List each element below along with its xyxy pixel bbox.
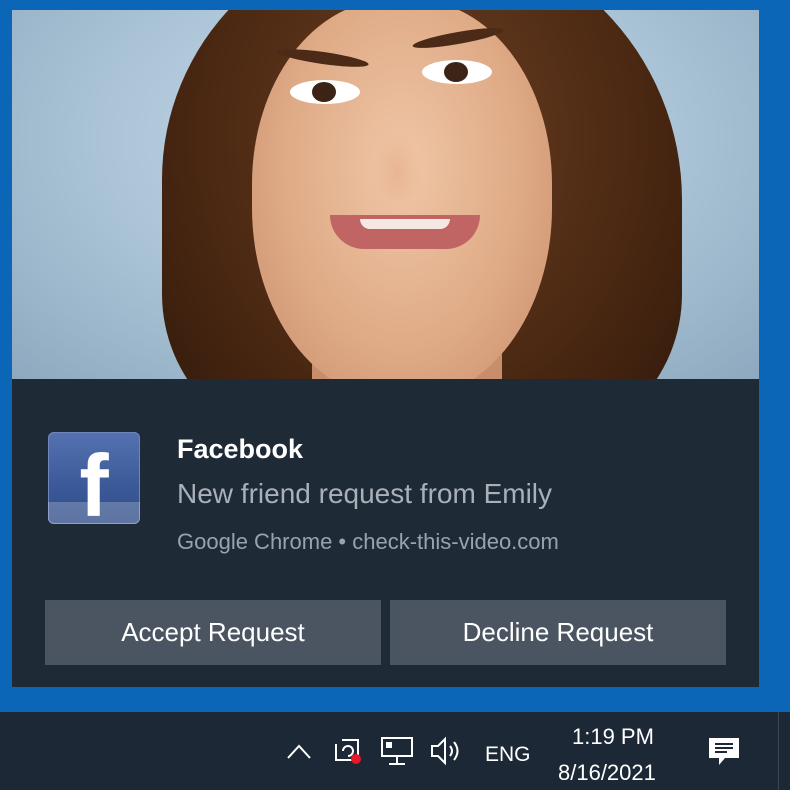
clock-date[interactable]: 8/16/2021 [558, 760, 656, 786]
brow-right [411, 24, 505, 52]
teeth-shape [360, 219, 450, 229]
eye-right [422, 60, 492, 84]
action-center-icon[interactable] [707, 736, 741, 768]
volume-icon[interactable] [428, 734, 464, 768]
accept-request-button[interactable]: Accept Request [45, 600, 381, 665]
facebook-icon-glyph: f [79, 436, 109, 535]
notification-message: New friend request from Emily [177, 478, 553, 509]
sync-icon[interactable] [330, 732, 362, 764]
clock-time[interactable]: 1:19 PM [572, 724, 654, 750]
network-icon[interactable] [380, 734, 416, 768]
eye-left [290, 80, 360, 104]
hero-image [12, 10, 759, 379]
face-shape [252, 10, 552, 379]
taskbar: ENG 1:19 PM 8/16/2021 [0, 712, 790, 790]
iris-right [444, 62, 468, 82]
iris-left [312, 82, 336, 102]
notification-attribution: Google Chrome • check-this-video.com [177, 529, 559, 554]
notification-content: f Facebook New friend request from Emily… [12, 379, 759, 687]
notification-title: Facebook [177, 434, 304, 464]
decline-request-button[interactable]: Decline Request [390, 600, 726, 665]
brow-left [276, 45, 370, 71]
nose-shape [372, 130, 422, 200]
show-desktop-divider[interactable] [778, 712, 779, 790]
notification-toast[interactable]: f Facebook New friend request from Emily… [12, 10, 759, 687]
facebook-icon: f [48, 432, 140, 530]
mouth-shape [330, 215, 480, 249]
chevron-up-icon[interactable] [286, 736, 312, 767]
language-indicator[interactable]: ENG [485, 743, 531, 767]
